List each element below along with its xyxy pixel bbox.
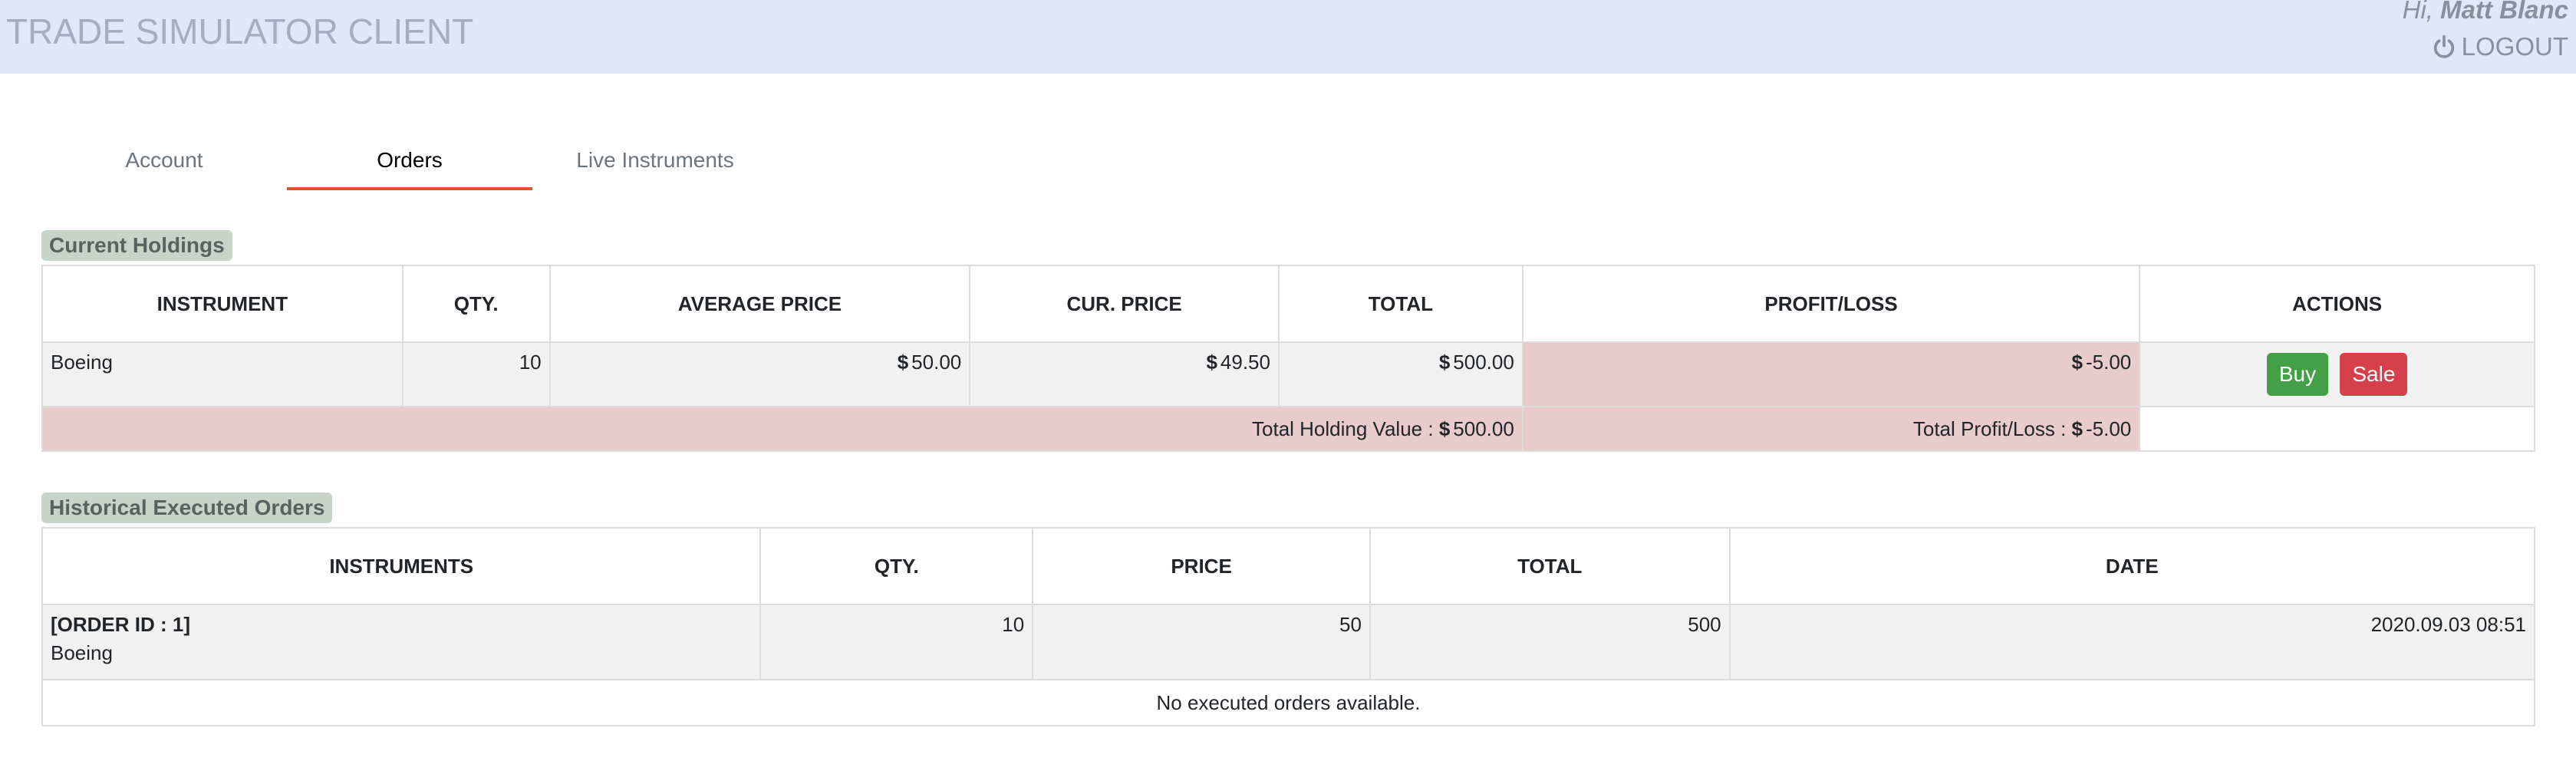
holdings-total-row: Total Holding Value : $500.00 Total Prof… bbox=[41, 406, 2535, 452]
app-header: TRADE SIMULATOR CLIENT Hi, Matt Blanc LO… bbox=[0, 0, 2576, 74]
app-title: TRADE SIMULATOR CLIENT bbox=[6, 12, 474, 51]
column-header: ACTIONS bbox=[2139, 265, 2535, 343]
column-header: AVERAGE PRICE bbox=[548, 265, 971, 343]
empty-cell bbox=[2139, 406, 2535, 452]
user-greeting: Hi, Matt Blanc bbox=[2403, 0, 2568, 25]
history-table: INSTRUMENTS QTY. PRICE TOTAL DATE [ORDER… bbox=[41, 527, 2536, 726]
order-total: 500 bbox=[1369, 604, 1731, 680]
total-profit-loss: Total Profit/Loss : $ -5.00 bbox=[1521, 406, 2141, 452]
holding-cur-price: $49.50 bbox=[969, 341, 1280, 407]
power-icon bbox=[2433, 35, 2454, 58]
order-id: [ORDER ID : 1] bbox=[51, 613, 190, 636]
tab-orders[interactable]: Orders bbox=[287, 130, 532, 190]
column-header: PROFIT/LOSS bbox=[1521, 265, 2141, 343]
column-header: INSTRUMENT bbox=[41, 265, 404, 343]
dollar-icon: $ bbox=[2071, 351, 2083, 374]
dollar-icon: $ bbox=[897, 351, 909, 374]
order-qty: 10 bbox=[759, 604, 1034, 680]
holding-avg-price: $50.00 bbox=[548, 341, 971, 407]
holdings-table: INSTRUMENT QTY. AVERAGE PRICE CUR. PRICE… bbox=[41, 265, 2535, 452]
holding-instrument: Boeing bbox=[41, 341, 404, 407]
dollar-icon: $ bbox=[1206, 351, 1217, 374]
holdings-header-row: INSTRUMENT QTY. AVERAGE PRICE CUR. PRICE… bbox=[41, 265, 2535, 343]
column-header: PRICE bbox=[1032, 527, 1371, 605]
buy-button[interactable]: Buy bbox=[2266, 353, 2329, 396]
dollar-icon: $ bbox=[1438, 417, 1451, 440]
column-header: CUR. PRICE bbox=[969, 265, 1280, 343]
order-instrument: [ORDER ID : 1] Boeing bbox=[41, 604, 762, 680]
empty-orders-message: No executed orders available. bbox=[41, 679, 2535, 726]
order-instrument-name: Boeing bbox=[51, 641, 113, 664]
holding-profit-loss: $ -5.00 bbox=[1521, 341, 2141, 407]
dollar-icon: $ bbox=[2071, 417, 2083, 440]
holding-actions: Buy Sale bbox=[2139, 341, 2535, 407]
greeting-prefix: Hi, bbox=[2402, 0, 2433, 24]
tab-live-instruments[interactable]: Live Instruments bbox=[532, 130, 778, 190]
empty-orders-row: No executed orders available. bbox=[41, 679, 2535, 726]
order-price: 50 bbox=[1032, 604, 1371, 680]
column-header: TOTAL bbox=[1369, 527, 1731, 605]
tab-account[interactable]: Account bbox=[41, 130, 287, 190]
dollar-icon: $ bbox=[1438, 351, 1451, 374]
historical-orders-label: Historical Executed Orders bbox=[41, 492, 333, 523]
current-holdings-label: Current Holdings bbox=[41, 230, 232, 261]
column-header: QTY. bbox=[401, 265, 551, 343]
user-name: Matt Blanc bbox=[2440, 0, 2568, 24]
tab-bar: Account Orders Live Instruments bbox=[41, 130, 778, 190]
logout-button[interactable]: LOGOUT bbox=[2431, 32, 2568, 61]
column-header: TOTAL bbox=[1277, 265, 1524, 343]
table-row: [ORDER ID : 1] Boeing 10 50 500 2020.09.… bbox=[41, 604, 2536, 680]
column-header: DATE bbox=[1728, 527, 2536, 605]
total-holding-value: Total Holding Value : $500.00 bbox=[41, 406, 1524, 452]
order-date: 2020.09.03 08:51 bbox=[1728, 604, 2536, 680]
history-header-row: INSTRUMENTS QTY. PRICE TOTAL DATE bbox=[41, 527, 2536, 605]
table-row: Boeing 10 $50.00 $49.50 $500.00 $ -5.00 B… bbox=[41, 341, 2535, 407]
column-header: QTY. bbox=[759, 527, 1034, 605]
holding-total: $500.00 bbox=[1277, 341, 1524, 407]
logout-label: LOGOUT bbox=[2461, 32, 2568, 61]
sale-button[interactable]: Sale bbox=[2340, 353, 2408, 396]
column-header: INSTRUMENTS bbox=[41, 527, 762, 605]
holding-qty: 10 bbox=[401, 341, 551, 407]
